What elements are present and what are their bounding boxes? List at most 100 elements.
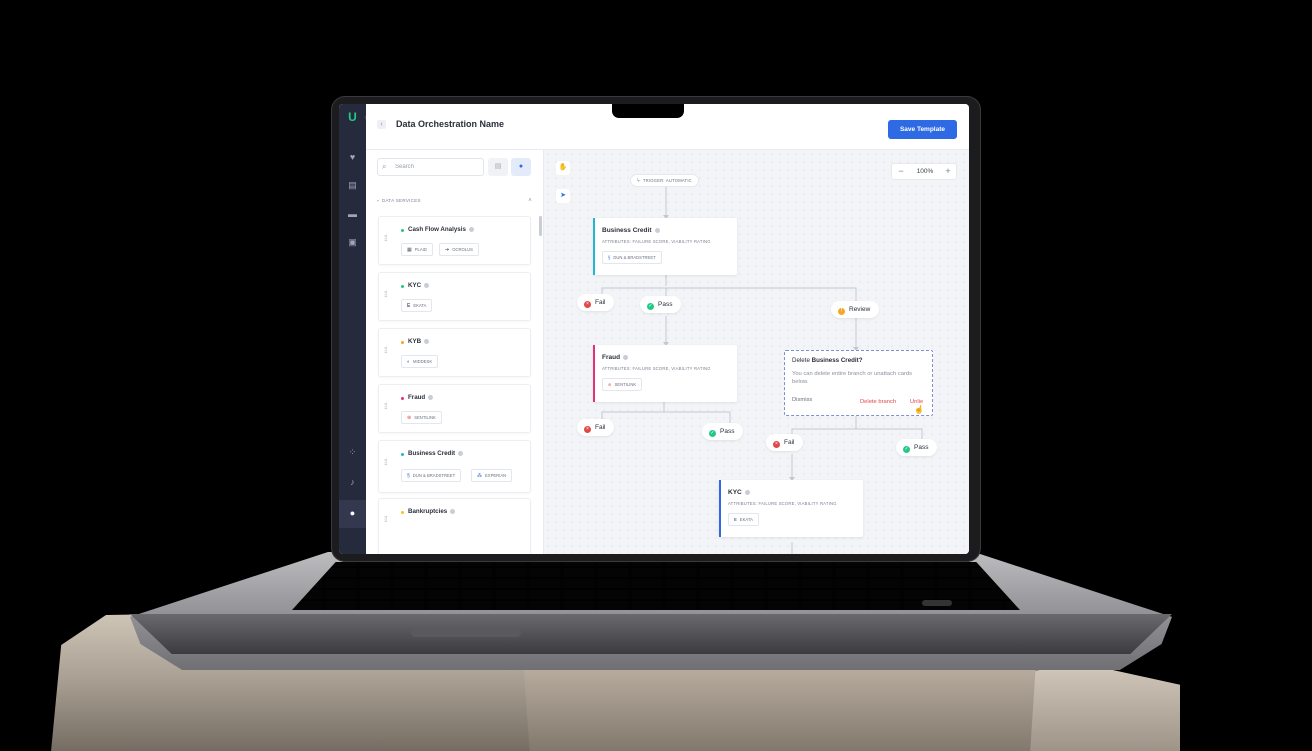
user-menu[interactable]: ● bbox=[339, 500, 366, 528]
outcome-pass[interactable]: ✓ Pass bbox=[640, 296, 682, 313]
outcome-pass[interactable]: ✓ Pass bbox=[896, 439, 938, 456]
service-card-kyc[interactable]: ⁞⁞ KYC E EKATA bbox=[378, 272, 531, 321]
person-view-button[interactable]: ● bbox=[511, 158, 531, 176]
status-dot bbox=[401, 397, 404, 400]
ekata-icon: E bbox=[407, 303, 411, 309]
drag-handle-icon[interactable]: ⁞⁞ bbox=[384, 290, 388, 299]
drag-handle-icon[interactable]: ⁞⁞ bbox=[384, 402, 388, 411]
search-input[interactable] bbox=[395, 161, 481, 173]
service-card-bankruptcies[interactable]: ⁞⁞ Bankruptcies bbox=[378, 498, 531, 554]
back-button[interactable]: ‹ bbox=[377, 120, 386, 129]
provider-chip-plaid: ▦ PLAID bbox=[401, 243, 433, 256]
card-title: Business Credit bbox=[408, 450, 464, 457]
provider-chip-sentilink: ⊛ SENTILINK bbox=[401, 411, 442, 424]
outcome-fail[interactable]: × Fail bbox=[577, 419, 615, 436]
dismiss-button[interactable]: Dismiss bbox=[792, 397, 812, 403]
delete-confirm-popover: Delete Business Credit? You can delete e… bbox=[784, 350, 933, 416]
card-title: KYC bbox=[408, 282, 430, 289]
zoom-out-button[interactable]: − bbox=[893, 164, 909, 179]
dun-bradstreet-icon: § bbox=[407, 473, 410, 479]
info-icon[interactable] bbox=[424, 338, 430, 344]
camera-notch bbox=[612, 104, 684, 118]
app-logo[interactable]: U bbox=[346, 111, 359, 124]
info-icon[interactable] bbox=[468, 226, 474, 232]
close-circle-icon: × bbox=[584, 426, 591, 433]
card-title: Cash Flow Analysis bbox=[408, 226, 474, 233]
status-dot bbox=[401, 453, 404, 456]
node-title: KYC bbox=[728, 489, 750, 496]
outcome-pass[interactable]: ✓ Pass bbox=[702, 423, 744, 440]
card-title: Bankruptcies bbox=[408, 508, 456, 515]
status-dot bbox=[401, 229, 404, 232]
outcome-review[interactable]: ! Review bbox=[831, 301, 880, 318]
heart-rate-icon[interactable]: ♥ bbox=[347, 152, 358, 163]
page-title: Data Orchestration Name bbox=[396, 119, 505, 129]
laptop-ports bbox=[922, 600, 952, 606]
zoom-control: − 100% + bbox=[891, 163, 957, 180]
flow-node-kyc[interactable]: KYC ATTRIBUTES: FAILURE SCORE, VIABILITY… bbox=[719, 480, 863, 537]
check-circle-icon: ✓ bbox=[903, 446, 910, 453]
clipboard-icon[interactable]: ▤ bbox=[347, 180, 358, 191]
experian-icon: ⁂ bbox=[477, 473, 482, 479]
info-icon[interactable] bbox=[450, 508, 456, 514]
delete-branch-button[interactable]: Delete branch bbox=[860, 399, 896, 405]
search-box[interactable]: ⌕ bbox=[377, 158, 484, 176]
provider-chip-ekata: E EKATA bbox=[401, 299, 433, 312]
service-card-business-credit[interactable]: ⁞⁞ Business Credit § DUN & BRADSTREET ⁂ EX… bbox=[378, 440, 531, 493]
info-icon[interactable] bbox=[623, 354, 629, 360]
warning-circle-icon: ! bbox=[838, 308, 845, 315]
node-accent bbox=[719, 480, 721, 537]
info-icon[interactable] bbox=[458, 450, 464, 456]
flow-node-business-credit[interactable]: Business Credit ATTRIBUTES: FAILURE SCOR… bbox=[593, 218, 737, 275]
card-title: Fraud bbox=[408, 394, 434, 401]
provider-chip-ocrolus: ➔ OCROLUS bbox=[439, 243, 479, 256]
close-circle-icon: × bbox=[584, 301, 591, 308]
close-circle-icon: × bbox=[773, 441, 780, 448]
pointer-tool-button[interactable]: ➤ bbox=[556, 189, 570, 203]
hand-cursor-icon: ☝ bbox=[914, 405, 924, 414]
service-card-kyb[interactable]: ⁞⁞ KYB ◐ MIDDESK bbox=[378, 328, 531, 377]
bell-icon[interactable]: ♪ bbox=[347, 477, 358, 488]
node-attributes: ATTRIBUTES: FAILURE SCORE, VIABILITY RAT… bbox=[602, 239, 711, 244]
list-view-button[interactable]: ▤ bbox=[488, 158, 508, 176]
apps-icon[interactable]: ⁘ bbox=[347, 447, 358, 458]
laptop-keyboard bbox=[292, 562, 1020, 610]
zoom-in-button[interactable]: + bbox=[940, 164, 956, 179]
plaid-icon: ▦ bbox=[407, 247, 412, 253]
status-dot bbox=[401, 285, 404, 288]
info-icon[interactable] bbox=[424, 282, 430, 288]
provider-chip-middesk: ◐ MIDDESK bbox=[401, 355, 439, 368]
library-scrollbar[interactable] bbox=[539, 216, 542, 236]
outcome-fail[interactable]: × Fail bbox=[577, 294, 615, 311]
save-template-button[interactable]: Save Template bbox=[888, 120, 957, 139]
info-icon[interactable] bbox=[428, 394, 434, 400]
section-title: DATA SERVICES bbox=[381, 198, 421, 203]
check-circle-icon: ✓ bbox=[647, 303, 654, 310]
drag-handle-icon[interactable]: ⁞⁞ bbox=[384, 234, 388, 243]
outcome-fail[interactable]: × Fail bbox=[766, 434, 804, 451]
node-accent bbox=[593, 218, 595, 275]
middesk-icon: ◐ bbox=[407, 359, 411, 365]
flow-node-fraud[interactable]: Fraud ATTRIBUTES: FAILURE SCORE, VIABILI… bbox=[593, 345, 737, 402]
user-circle-icon: ● bbox=[349, 508, 356, 518]
flow-canvas[interactable]: ✋ ➤ − 100% + ϟ TRIGGER: AUTOMATIC Busines… bbox=[544, 150, 969, 554]
drag-handle-icon[interactable]: ⁞⁞ bbox=[384, 458, 388, 467]
node-title: Fraud bbox=[602, 354, 629, 361]
briefcase-icon[interactable]: ▬ bbox=[347, 209, 358, 220]
archive-icon[interactable]: ▣ bbox=[347, 237, 358, 248]
drag-handle-icon[interactable]: ⁞⁞ bbox=[384, 515, 388, 524]
sentilink-icon: ⊛ bbox=[407, 415, 412, 421]
provider-chip-sentilink: ⊛ SENTILINK bbox=[602, 378, 643, 391]
bolt-icon: ϟ bbox=[637, 178, 640, 184]
info-icon[interactable] bbox=[744, 489, 750, 495]
ekata-icon: E bbox=[734, 517, 737, 522]
service-card-cash-flow-analysis[interactable]: ⁞⁞ Cash Flow Analysis ▦ PLAID ➔ OCROLUS bbox=[378, 216, 531, 265]
laptop-trackpad-notch bbox=[411, 627, 521, 637]
trigger-node[interactable]: ϟ TRIGGER: AUTOMATIC bbox=[630, 174, 699, 187]
info-icon[interactable] bbox=[654, 227, 660, 233]
nav-rail: U › ♥ ▤ ▬ ▣ ⁘ ♪ ● bbox=[339, 104, 369, 554]
hand-tool-button[interactable]: ✋ bbox=[556, 161, 570, 175]
drag-handle-icon[interactable]: ⁞⁞ bbox=[384, 346, 388, 355]
section-header-data-services[interactable]: ▪ DATA SERVICES ˄ bbox=[377, 196, 532, 206]
service-card-fraud[interactable]: ⁞⁞ Fraud ⊛ SENTILINK bbox=[378, 384, 531, 433]
